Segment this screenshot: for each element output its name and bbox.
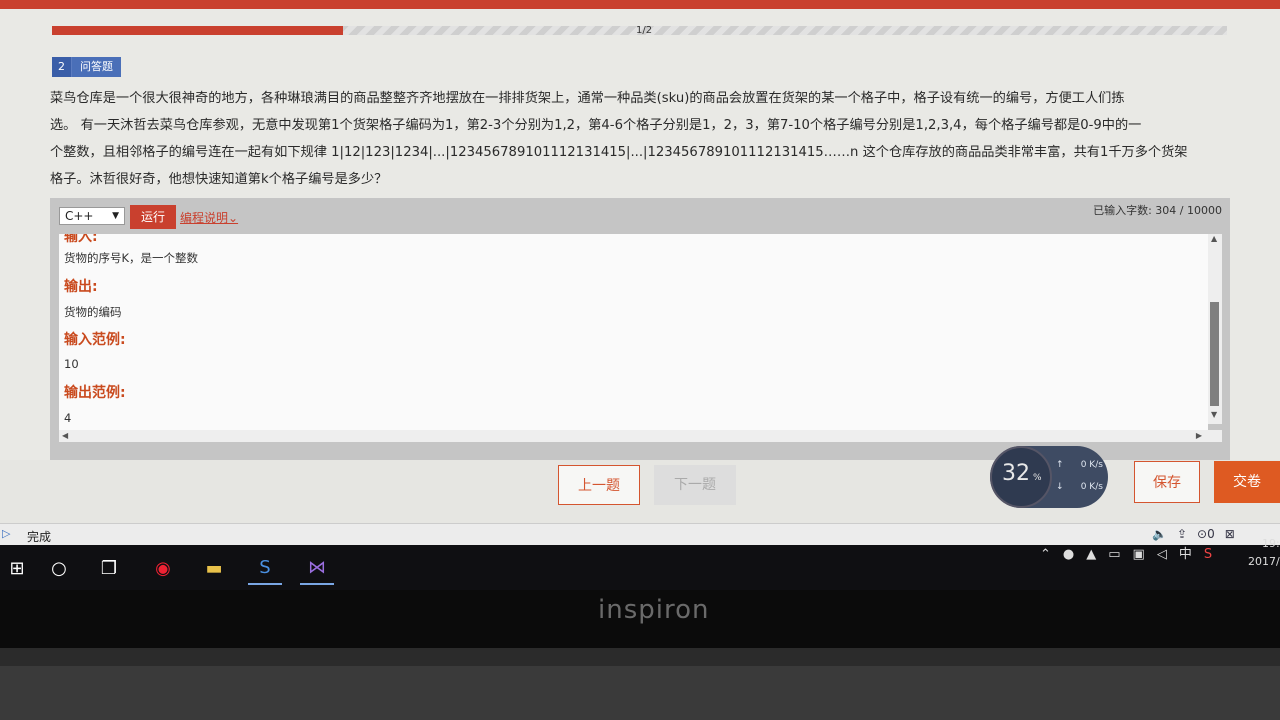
question-line: 格子。沐哲很好奇，他想快速知道第k个格子编号是多少？ [50,172,388,187]
chevron-down-icon: ▼ [112,211,119,221]
task-view-icon[interactable]: ❐ [92,551,126,585]
clock-time[interactable]: 19: [1262,537,1280,550]
question-type: 问答题 [72,57,121,77]
system-tray: ⌃ ● ▲ ▭ ▣ ◁ 中 S [1040,545,1212,565]
windows-start-icon[interactable]: ⊞ [0,551,34,585]
help-link-label: 编程说明 [180,211,229,225]
progress-fill [52,26,343,35]
editor-toolbar: C++ ▼ 运行 编程说明⌄ 已输入字数: 304 / 10000 [50,198,1230,234]
chevron-up-icon[interactable]: ⌃ [1040,545,1051,565]
folder-icon[interactable]: ▬ [197,551,231,585]
example-input-value: 10 [64,357,79,371]
top-accent-bar [0,0,1280,9]
question-line: 选。 有一天沐哲去菜鸟仓库参观，无意中发现第1个货架格子编码为1，第2-3个分别… [50,118,1142,133]
example-output-heading: 输出范例: [64,385,126,401]
browser-icon[interactable]: S [248,551,282,585]
question-line: 个整数，且相邻格子的编号连在一起有如下规律 1|12|123|1234|...|… [50,145,1188,160]
ime-indicator[interactable]: 中 [1179,545,1192,565]
language-select[interactable]: C++ ▼ [59,207,125,225]
run-button[interactable]: 运行 [130,205,176,229]
output-heading: 输出: [64,279,98,295]
visual-studio-icon[interactable]: ⋈ [300,551,334,585]
status-text: 完成 [27,530,52,544]
editor-content[interactable]: 输入: 货物的序号K，是一个整数 输出: 货物的编码 输入范例: 10 输出范例… [59,234,1208,442]
network-icon[interactable]: ▣ [1133,545,1145,565]
chevron-down-icon: ⌄ [228,211,239,225]
download-arrow-icon: ↓ [1056,482,1064,492]
code-editor: C++ ▼ 运行 编程说明⌄ 已输入字数: 304 / 10000 输入: 货物… [50,198,1230,460]
question-number: 2 [52,57,72,77]
example-input-heading: 输入范例: [64,332,126,348]
wechat-icon[interactable]: ● [1063,545,1074,565]
netease-music-icon[interactable]: ◉ [146,551,180,585]
battery-icon[interactable]: ▭ [1108,545,1120,565]
vertical-scrollbar[interactable]: ▲ ▼ [1208,234,1222,424]
play-icon: ▷ [2,527,11,540]
windows-taskbar: ⊞ ○ ❐ ◉ ▬ S ⋈ ⌃ ● ▲ ▭ ▣ ◁ 中 S 19: 2017/ [0,537,1280,590]
download-speed: 0 K/s [1080,482,1103,492]
input-heading: 输入: [64,234,98,245]
language-value: C++ [65,209,94,223]
upload-speed: 0 K/s [1080,460,1103,470]
fullscreen-icon[interactable]: ⊠ [1225,527,1235,541]
volume-icon[interactable]: ◁ [1157,545,1167,565]
zoom-badge: 0 [1207,527,1215,541]
sogou-icon[interactable]: S [1204,545,1212,565]
progress-label: 1/2 [636,25,653,36]
search-circle-icon[interactable]: ○ [42,551,76,585]
input-description: 货物的序号K，是一个整数 [64,251,199,265]
upload-arrow-icon: ↑ [1056,460,1064,470]
browser-screen: 1/2 2 问答题 菜鸟仓库是一个很大很神奇的地方，各种琳琅满目的商品整整齐齐地… [0,0,1280,590]
percent-sign: % [1033,473,1042,483]
scroll-right-icon[interactable]: ▶ [1196,431,1202,440]
save-button[interactable]: 保存 [1134,461,1200,503]
clock-date[interactable]: 2017/ [1248,555,1280,568]
laptop-base [0,666,1280,720]
status-icons: 🔈 ⇪ ⊙0 ⊠ [1152,527,1235,541]
scroll-left-icon[interactable]: ◀ [62,431,68,440]
scroll-down-icon[interactable]: ▼ [1211,410,1217,419]
download-speed-row: ↓ 0 K/s [1056,482,1103,492]
network-speed-widget[interactable]: 32 % ↑ 0 K/s ↓ 0 K/s [990,446,1108,508]
scroll-up-icon[interactable]: ▲ [1211,234,1217,243]
share-icon[interactable]: ⇪ [1177,527,1187,541]
speaker-icon[interactable]: 🔈 [1152,527,1167,541]
shield-icon[interactable]: ⊙0 [1197,527,1215,541]
submit-exam-button[interactable]: 交卷 [1214,461,1280,503]
app-tray-icon[interactable]: ▲ [1086,545,1096,565]
output-description: 货物的编码 [64,305,122,319]
browser-status-bar: ▷ 完成 🔈 ⇪ ⊙0 ⊠ [0,523,1280,546]
example-output-value: 4 [64,411,72,425]
laptop-brand-logo: inspiron [598,595,710,625]
question-text: 菜鸟仓库是一个很大很神奇的地方，各种琳琅满目的商品整整齐齐地摆放在一排排货架上，… [50,85,1230,193]
upload-speed-row: ↑ 0 K/s [1056,460,1103,470]
scrollbar-thumb[interactable] [1210,302,1219,406]
char-count: 已输入字数: 304 / 10000 [1093,204,1222,217]
question-badge: 2 问答题 [52,57,121,77]
memory-percent: 32 [1002,461,1030,486]
laptop-hinge [0,648,1280,666]
horizontal-scrollbar[interactable]: ◀ ▶ [59,430,1222,442]
help-link[interactable]: 编程说明⌄ [180,209,238,226]
next-question-button[interactable]: 下一题 [654,465,736,505]
question-line: 菜鸟仓库是一个很大很神奇的地方，各种琳琅满目的商品整整齐齐地摆放在一排排货架上，… [50,91,1125,106]
prev-question-button[interactable]: 上一题 [558,465,640,505]
